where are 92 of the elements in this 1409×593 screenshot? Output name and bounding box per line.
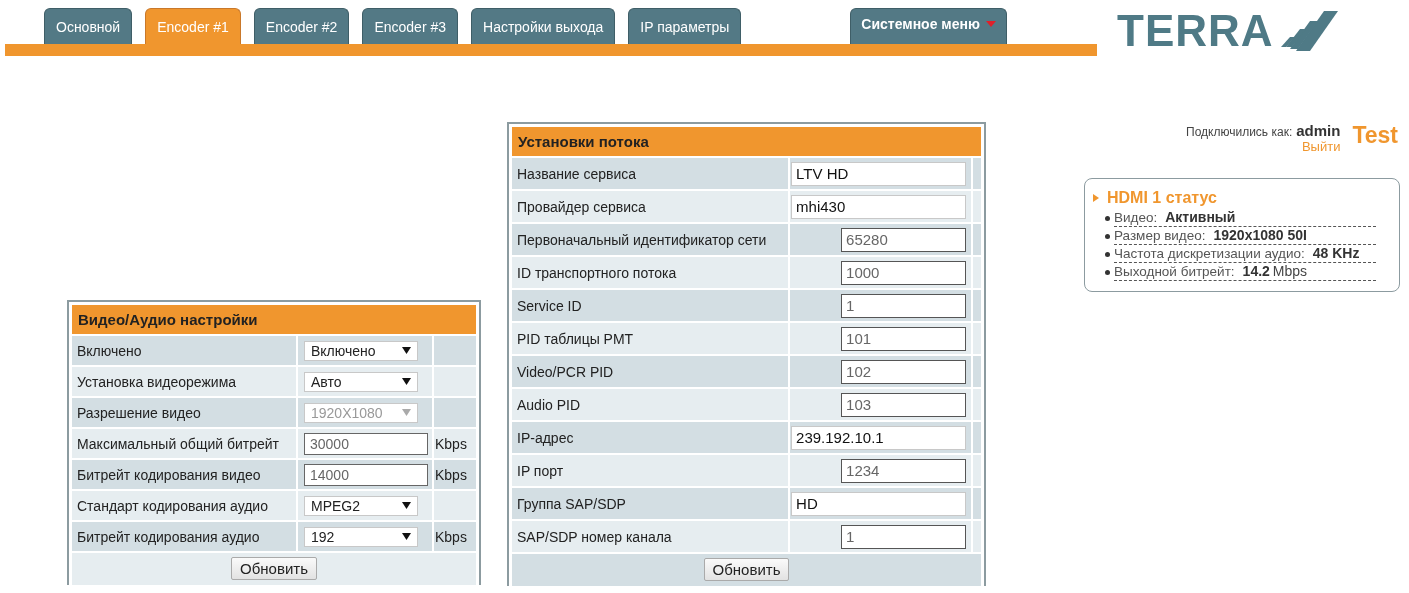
stripes-icon bbox=[1279, 11, 1338, 51]
field-label: Первоначальный идентификатор сети bbox=[517, 231, 767, 248]
unit-cell bbox=[434, 336, 476, 365]
field-label: Максимальный общий битрейт bbox=[77, 435, 279, 452]
table-cell bbox=[973, 224, 981, 255]
logo-text: TERRA bbox=[1117, 9, 1274, 53]
field-label: Service ID bbox=[517, 297, 582, 314]
input-field[interactable]: HD bbox=[791, 491, 967, 516]
field-label: SAP/SDP номер канала bbox=[517, 528, 672, 545]
input-field[interactable]: 65280 bbox=[841, 227, 967, 252]
table-cell bbox=[973, 290, 981, 321]
field-label: Название сервиса bbox=[517, 165, 637, 182]
caret-icon bbox=[402, 409, 411, 416]
bullet-icon bbox=[1105, 215, 1110, 221]
input-field[interactable]: 14000 bbox=[304, 463, 428, 486]
field-label: Битрейт кодирования видео bbox=[77, 466, 261, 483]
table-cell bbox=[973, 323, 981, 354]
unit-label: Kbps bbox=[435, 435, 467, 452]
login-label: Подключились как: bbox=[1186, 125, 1293, 139]
status-label: Размер видео: bbox=[1114, 227, 1206, 244]
nav-tab[interactable]: IP параметры bbox=[628, 8, 742, 44]
field-label: Установка видеорежима bbox=[77, 373, 237, 390]
unit-label: Kbps bbox=[435, 466, 467, 483]
unit-label: Kbps bbox=[435, 528, 467, 545]
unit-cell bbox=[434, 398, 476, 427]
field-label: Битрейт кодирования аудио bbox=[77, 528, 260, 545]
field-label: Стандарт кодирования аудио bbox=[77, 497, 268, 514]
input-field[interactable]: 1 bbox=[841, 293, 967, 318]
triangle-icon bbox=[1093, 194, 1099, 202]
field-label: Включено bbox=[77, 342, 142, 359]
status-label: Выходной битрейт: bbox=[1114, 263, 1235, 280]
caret-icon bbox=[402, 378, 411, 385]
nav-tab[interactable]: Настройки выхода bbox=[471, 8, 616, 44]
table-cell bbox=[973, 389, 981, 420]
table-cell bbox=[973, 191, 981, 222]
nav-tab[interactable]: Encoder #2 bbox=[253, 8, 350, 44]
panel-title: Установки потока bbox=[512, 127, 981, 156]
dropdown[interactable]: MPEG2 bbox=[304, 495, 418, 516]
table-cell bbox=[973, 158, 981, 189]
bullet-icon bbox=[1105, 269, 1110, 275]
input-field[interactable]: 1 bbox=[841, 524, 967, 549]
bullet-icon bbox=[1105, 233, 1110, 239]
status-value: 48 KHz bbox=[1312, 245, 1360, 262]
nav-tab[interactable]: Основной bbox=[44, 8, 133, 44]
field-label: Audio PID bbox=[517, 396, 581, 413]
caret-icon bbox=[402, 533, 411, 540]
username: admin bbox=[1296, 122, 1341, 139]
input-field[interactable]: mhi430 bbox=[791, 194, 967, 219]
field-label: ID транспортного потока bbox=[517, 264, 677, 281]
field-label: IP-адрес bbox=[517, 429, 574, 446]
field-label: IP порт bbox=[517, 462, 564, 479]
input-field[interactable]: 103 bbox=[841, 392, 967, 417]
unit-cell bbox=[434, 367, 476, 396]
device-name: Test bbox=[1352, 122, 1398, 149]
dropdown[interactable]: Включено bbox=[304, 340, 418, 361]
caret-icon bbox=[402, 502, 411, 509]
input-field[interactable]: 1000 bbox=[841, 260, 967, 285]
status-label: Видео: bbox=[1114, 209, 1158, 226]
status-title: HDMI 1 статус bbox=[1107, 189, 1217, 207]
table-cell bbox=[973, 422, 981, 453]
table-cell bbox=[973, 455, 981, 486]
table-cell bbox=[973, 488, 981, 519]
field-label: Группа SAP/SDP bbox=[517, 495, 626, 512]
nav-tab[interactable]: Encoder #3 bbox=[362, 8, 458, 44]
update-button[interactable]: Обновить bbox=[703, 558, 790, 581]
status-value: 14.2 bbox=[1242, 263, 1270, 280]
dropdown[interactable]: Авто bbox=[304, 371, 418, 392]
field-label: Провайдер сервиса bbox=[517, 198, 646, 215]
input-field[interactable]: 1234 bbox=[841, 458, 967, 483]
input-field[interactable]: 30000 bbox=[304, 432, 428, 455]
table-cell bbox=[973, 257, 981, 288]
table-cell bbox=[973, 356, 981, 387]
status-value: 1920x1080 50I bbox=[1213, 227, 1307, 244]
panel-title: Видео/Аудио настройки bbox=[72, 305, 476, 334]
field-label: PID таблицы PMT bbox=[517, 330, 634, 347]
update-button[interactable]: Обновить bbox=[231, 557, 317, 580]
field-label: Video/PCR PID bbox=[517, 363, 614, 380]
input-field[interactable]: LTV HD bbox=[791, 161, 967, 186]
caret-icon bbox=[402, 347, 411, 354]
unit-cell bbox=[434, 491, 476, 520]
table-cell bbox=[973, 521, 981, 552]
system-menu-tab[interactable]: Системное меню bbox=[850, 8, 1007, 44]
field-label: Разрешение видео bbox=[77, 404, 201, 421]
status-value: Активный bbox=[1165, 209, 1236, 226]
caret-icon bbox=[985, 20, 996, 27]
bullet-icon bbox=[1105, 251, 1110, 257]
input-field[interactable]: 239.192.10.1 bbox=[791, 425, 967, 450]
status-unit: Mbps bbox=[1272, 263, 1308, 280]
input-field[interactable]: 102 bbox=[841, 359, 967, 384]
input-field[interactable]: 101 bbox=[841, 326, 967, 351]
dropdown[interactable]: 192 bbox=[304, 526, 418, 547]
status-label: Частота дискретизации аудио: bbox=[1114, 245, 1305, 262]
